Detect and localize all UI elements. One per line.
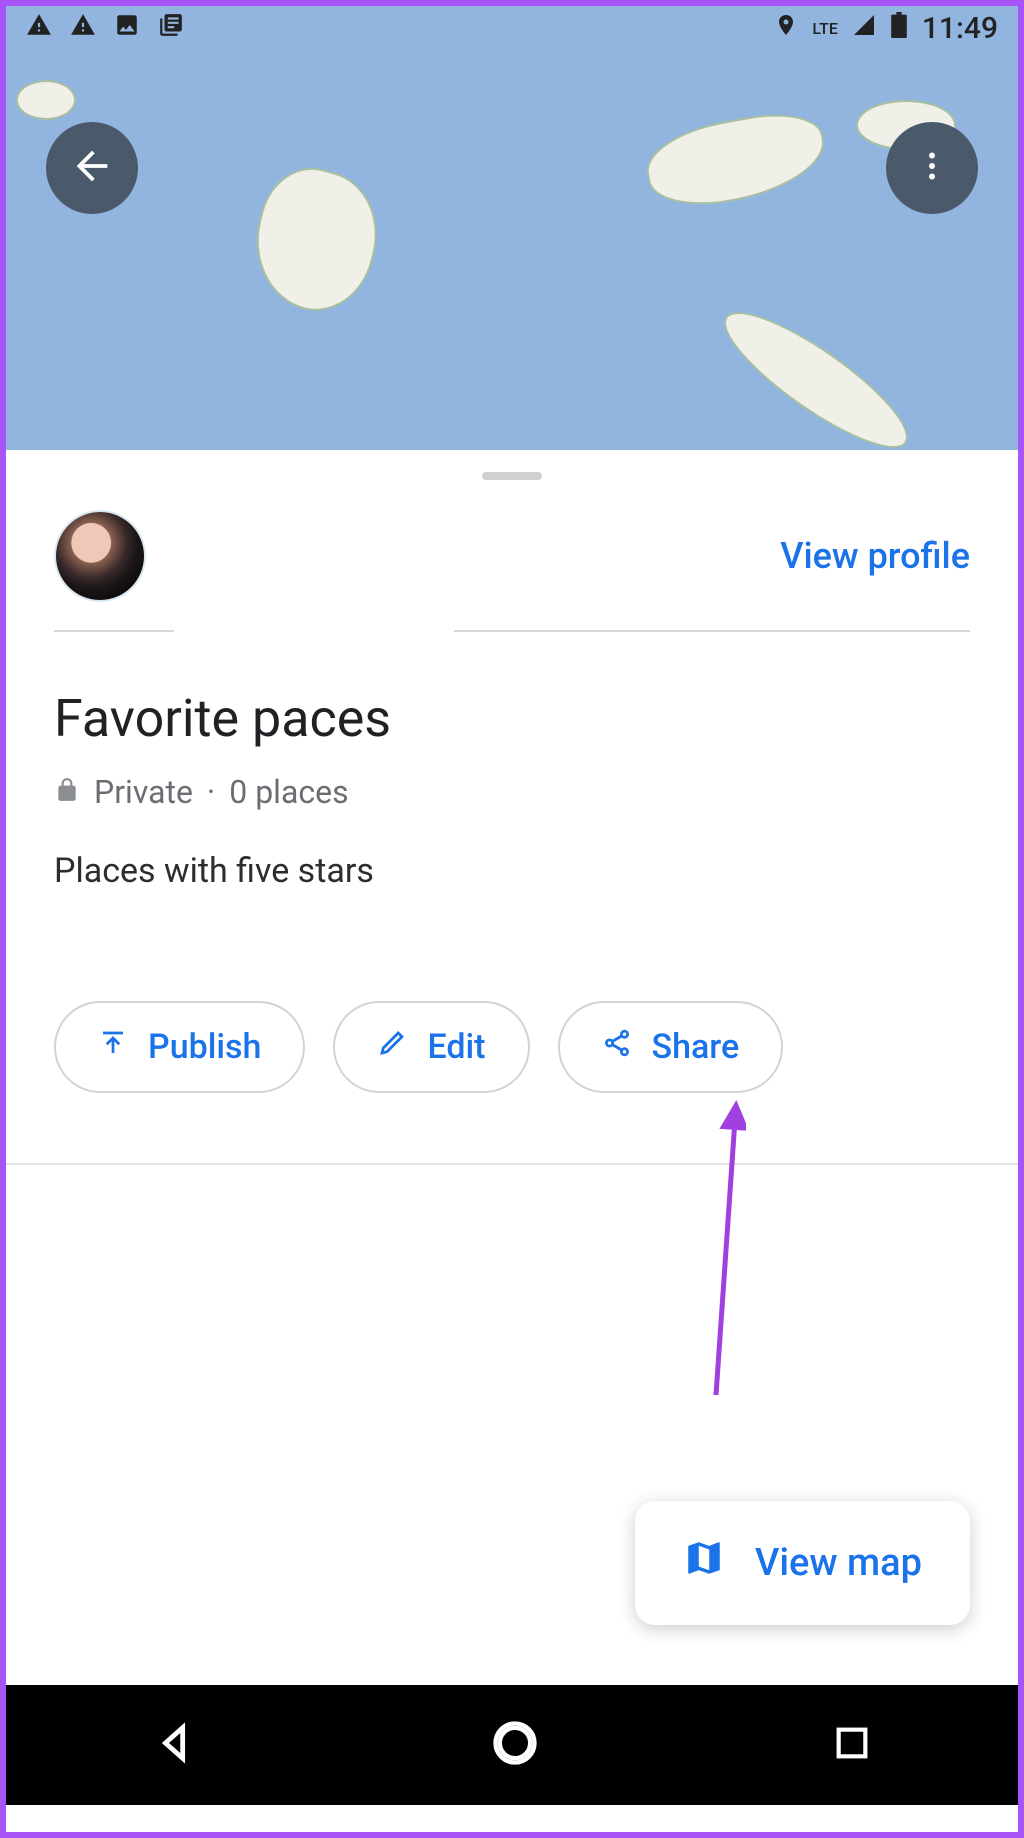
divider-row [6, 630, 1018, 632]
publish-button[interactable]: Publish [54, 1001, 305, 1093]
details-sheet: View profile Favorite paces Private · 0 … [6, 450, 1018, 1165]
publish-icon [98, 1027, 128, 1067]
back-button[interactable] [46, 122, 138, 214]
map-preview[interactable] [6, 50, 1018, 450]
share-label: Share [652, 1027, 740, 1067]
view-map-label: View map [755, 1541, 922, 1585]
publish-label: Publish [148, 1027, 261, 1067]
status-left [26, 12, 184, 45]
empty-area: View map [6, 1165, 1018, 1685]
privacy-label: Private [94, 773, 193, 811]
padding-area [6, 1805, 1018, 1832]
status-right: LTE 11:49 [774, 11, 998, 46]
action-row: Publish Edit Share [6, 891, 1018, 1141]
divider [454, 630, 970, 632]
pencil-icon [377, 1027, 407, 1067]
view-map-button[interactable]: View map [635, 1501, 970, 1625]
nav-recent-button[interactable] [832, 1723, 872, 1767]
share-button[interactable]: Share [558, 1001, 784, 1093]
arrow-left-icon [69, 143, 115, 193]
edit-label: Edit [427, 1027, 485, 1067]
edit-button[interactable]: Edit [333, 1001, 529, 1093]
signal-icon [852, 13, 876, 44]
list-meta: Private · 0 places [54, 773, 970, 811]
status-bar: LTE 11:49 [6, 6, 1018, 50]
profile-row: View profile [6, 490, 1018, 630]
map-landmass [240, 157, 392, 323]
view-profile-link[interactable]: View profile [780, 535, 970, 577]
clock-text: 11:49 [922, 11, 998, 46]
separator: · [207, 773, 215, 811]
nav-back-button[interactable] [152, 1720, 198, 1770]
map-icon [683, 1537, 725, 1589]
image-icon [114, 12, 140, 45]
more-button[interactable] [886, 122, 978, 214]
map-landmass [16, 80, 76, 120]
list-title: Favorite paces [54, 688, 970, 749]
warning-icon [70, 12, 96, 45]
lock-icon [54, 773, 80, 811]
location-icon [774, 13, 798, 44]
avatar[interactable] [54, 510, 146, 602]
divider [54, 630, 174, 632]
nav-home-button[interactable] [489, 1717, 541, 1773]
more-vert-icon [914, 148, 950, 188]
device-frame: LTE 11:49 [6, 6, 1018, 1832]
list-description: Places with five stars [54, 851, 970, 891]
battery-icon [890, 12, 908, 45]
system-nav-bar [6, 1685, 1018, 1805]
warning-icon [26, 12, 52, 45]
share-icon [602, 1027, 632, 1067]
document-icon [158, 12, 184, 45]
map-landmass [709, 292, 924, 450]
title-block: Favorite paces Private · 0 places Places… [6, 632, 1018, 891]
map-landmass [640, 105, 831, 215]
drag-handle[interactable] [482, 472, 542, 480]
places-count: 0 places [229, 773, 348, 811]
network-label: LTE [812, 19, 837, 38]
